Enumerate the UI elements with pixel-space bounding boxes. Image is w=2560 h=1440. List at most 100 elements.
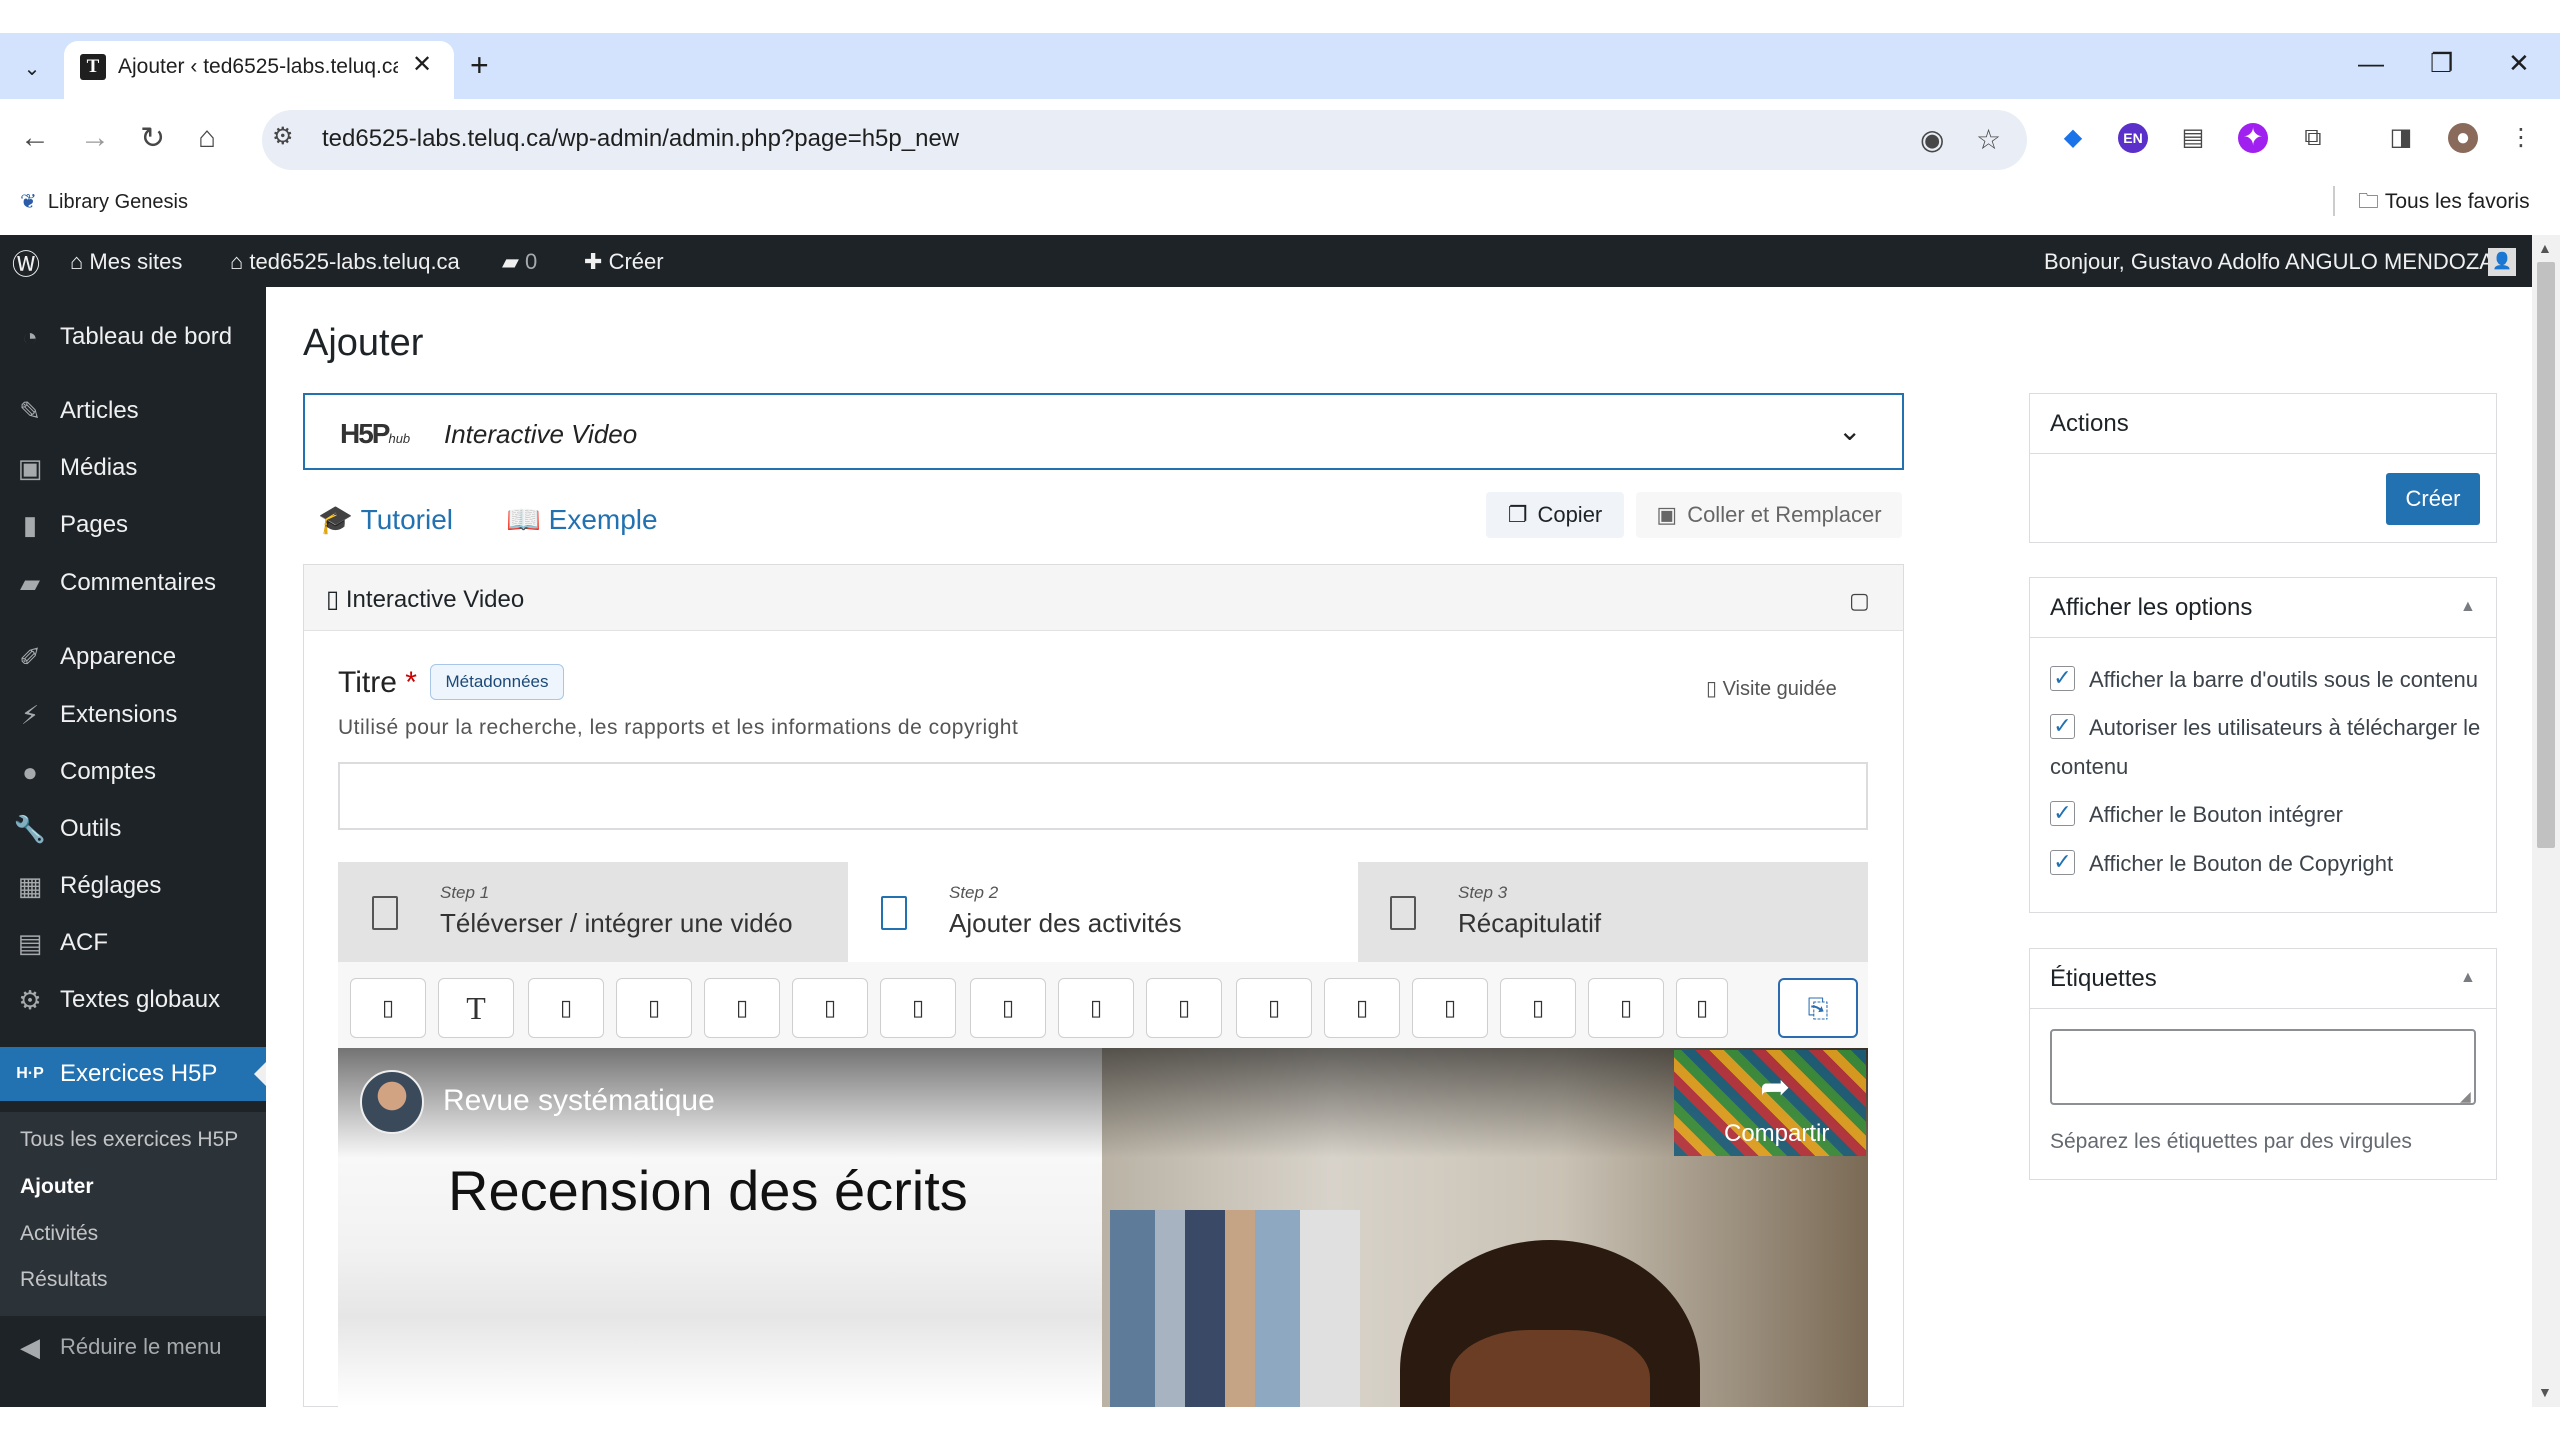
menu-textes-globaux[interactable]: ⚙ Textes globaux <box>0 973 266 1027</box>
true-false-tool-icon[interactable]: ▯ <box>1058 978 1134 1038</box>
graduation-cap-icon: 🎓 <box>318 504 353 535</box>
statements-tool-icon[interactable]: ▯ <box>792 978 868 1038</box>
share-label[interactable]: Compartir <box>1724 1120 1829 1148</box>
paste-replace-button[interactable]: ▣ Coller et Remplacer <box>1636 492 1902 538</box>
multiple-choice-tool-icon[interactable]: ▯ <box>970 978 1046 1038</box>
checkbox-toolbar[interactable]: ✓ <box>2050 666 2075 691</box>
profile-avatar-icon[interactable]: ● <box>2448 123 2478 153</box>
crossroads-tool-icon[interactable]: ▯ <box>1500 978 1576 1038</box>
step-3-label: Récapitulatif <box>1458 908 1602 938</box>
text-tool-icon[interactable]: T <box>438 978 514 1038</box>
collapse-menu-button[interactable]: ◀ Réduire le menu <box>0 1320 266 1374</box>
tab-close-icon[interactable]: ✕ <box>412 50 432 79</box>
wordpress-logo-icon[interactable]: Ⓦ <box>12 243 40 283</box>
menu-pages[interactable]: ▮ Pages <box>0 498 266 552</box>
menu-medias[interactable]: ▣ Médias <box>0 441 266 495</box>
my-sites-label: Mes sites <box>89 249 183 274</box>
menu-kebab-icon[interactable]: ⋮ <box>2506 123 2536 153</box>
menu-apparence[interactable]: ✐ Apparence <box>0 630 266 684</box>
drag-text-tool-icon[interactable]: ▯ <box>1412 978 1488 1038</box>
image-tool-icon[interactable]: ▯ <box>704 978 780 1038</box>
back-icon[interactable]: ← <box>20 121 50 155</box>
extension-document-icon[interactable]: ▤ <box>2178 123 2208 153</box>
bookmark-library-genesis[interactable]: ❦ Library Genesis <box>20 189 188 214</box>
checkbox-download[interactable]: ✓ <box>2050 714 2075 739</box>
scrollbar-thumb[interactable] <box>2537 262 2555 848</box>
clothes-rack-image <box>1110 1210 1360 1407</box>
step-3-tab[interactable] <box>1358 862 1868 962</box>
bookmark-star-icon[interactable]: ☆ <box>1976 123 2001 156</box>
url-text[interactable]: ted6525-labs.teluq.ca/wp-admin/admin.php… <box>322 125 959 153</box>
submenu-activites[interactable]: Activités <box>20 1222 98 1246</box>
navigation-hotspot-tool-icon[interactable]: ▯ <box>1588 978 1664 1038</box>
title-input[interactable] <box>338 762 1868 830</box>
my-sites-menu[interactable]: ⌂ Mes sites <box>70 249 182 275</box>
chevron-down-icon[interactable]: ⌄ <box>1838 414 1861 447</box>
guided-tour-link[interactable]: ▯ Visite guidée <box>1706 676 1837 701</box>
example-link[interactable]: 📖 Exemple <box>506 503 658 536</box>
site-info-icon[interactable]: ⚙ <box>272 122 294 151</box>
h5p-hub-logo: H5Phub <box>340 418 410 450</box>
scroll-down-icon[interactable]: ▼ <box>2538 1384 2552 1400</box>
tags-textarea[interactable] <box>2050 1029 2476 1105</box>
extension-graduation-icon[interactable]: ◆ <box>2058 123 2088 153</box>
menu-acf[interactable]: ▤ ACF <box>0 916 266 970</box>
metadata-button[interactable]: Métadonnées <box>430 664 564 700</box>
collapse-caret-icon[interactable]: ▲ <box>2460 969 2476 987</box>
submenu-ajouter[interactable]: Ajouter <box>20 1175 94 1199</box>
more-tools-icon[interactable]: ▯ <box>1676 978 1728 1038</box>
menu-commentaires[interactable]: ▰ Commentaires <box>0 556 266 610</box>
menu-articles[interactable]: ✎ Articles <box>0 384 266 438</box>
home-icon[interactable]: ⌂ <box>198 121 216 155</box>
copy-button[interactable]: ❐ Copier <box>1486 492 1624 538</box>
reload-icon[interactable]: ↻ <box>140 121 165 156</box>
menu-reglages[interactable]: ▦ Réglages <box>0 859 266 913</box>
forward-icon[interactable]: → <box>80 121 110 155</box>
create-button[interactable]: Créer <box>2386 473 2480 525</box>
new-tab-button[interactable]: + <box>470 47 489 84</box>
video-title[interactable]: Revue systématique <box>443 1084 715 1118</box>
menu-exercices-h5p[interactable]: H·P Exercices H5P <box>0 1047 266 1101</box>
all-bookmarks-button[interactable]: 🗀 Tous les favoris <box>2358 187 2530 222</box>
checkbox-copyright[interactable]: ✓ <box>2050 850 2075 875</box>
tutorial-link[interactable]: 🎓 Tutoriel <box>318 503 453 536</box>
eye-off-icon[interactable]: ◉ <box>1920 123 1944 156</box>
checkbox-embed[interactable]: ✓ <box>2050 801 2075 826</box>
menu-comptes[interactable]: ● Comptes <box>0 745 266 799</box>
link-tool-icon[interactable]: ▯ <box>616 978 692 1038</box>
drag-drop-tool-icon[interactable]: ▯ <box>1236 978 1312 1038</box>
minimize-icon[interactable]: — <box>2358 48 2384 79</box>
user-avatar-icon[interactable]: 👤 <box>2488 248 2516 276</box>
tab-search-button[interactable]: ⌄ <box>14 50 50 86</box>
single-choice-tool-icon[interactable]: ▯ <box>880 978 956 1038</box>
close-window-icon[interactable]: ✕ <box>2508 48 2530 79</box>
menu-outils[interactable]: 🔧 Outils <box>0 802 266 856</box>
comments-menu[interactable]: ▰ 0 <box>502 249 537 275</box>
restore-icon[interactable]: ❐ <box>2430 48 2453 79</box>
collapse-caret-icon[interactable]: ▲ <box>2460 598 2476 616</box>
table-tool-icon[interactable]: ▯ <box>528 978 604 1038</box>
extension-purple-icon[interactable]: ✦ <box>2238 123 2268 153</box>
site-name-menu[interactable]: ⌂ ted6525-labs.teluq.ca <box>230 249 460 275</box>
submenu-resultats[interactable]: Résultats <box>20 1268 108 1292</box>
fill-blanks-tool-icon[interactable]: ▯ <box>1146 978 1222 1038</box>
paste-interaction-icon[interactable]: ⎘ <box>1778 978 1858 1038</box>
brush-icon: ✐ <box>19 641 41 672</box>
extension-language-icon[interactable]: EN <box>2118 123 2148 153</box>
new-content-menu[interactable]: ✚ Créer <box>584 249 664 275</box>
side-panel-icon[interactable]: ◨ <box>2386 123 2416 153</box>
menu-dashboard[interactable]: ◔ Tableau de bord <box>0 310 266 364</box>
label-tool-icon[interactable]: ▯ <box>350 978 426 1038</box>
mark-words-tool-icon[interactable]: ▯ <box>1324 978 1400 1038</box>
resize-handle-icon[interactable]: ◢ <box>2460 1088 2471 1105</box>
scroll-up-icon[interactable]: ▲ <box>2538 240 2552 256</box>
paste-icon: ▣ <box>1656 502 1678 527</box>
fullscreen-icon[interactable]: ▢ <box>1849 588 1870 614</box>
menu-extensions[interactable]: ⚡ Extensions <box>0 688 266 742</box>
share-icon[interactable]: ➦ <box>1760 1066 1790 1108</box>
bookmark-divider <box>2333 186 2335 216</box>
channel-avatar[interactable] <box>360 1070 424 1134</box>
submenu-all-h5p[interactable]: Tous les exercices H5P <box>20 1128 238 1152</box>
extensions-puzzle-icon[interactable]: ⧉ <box>2298 123 2328 153</box>
account-menu[interactable]: Bonjour, Gustavo Adolfo ANGULO MENDOZA <box>2044 249 2494 275</box>
